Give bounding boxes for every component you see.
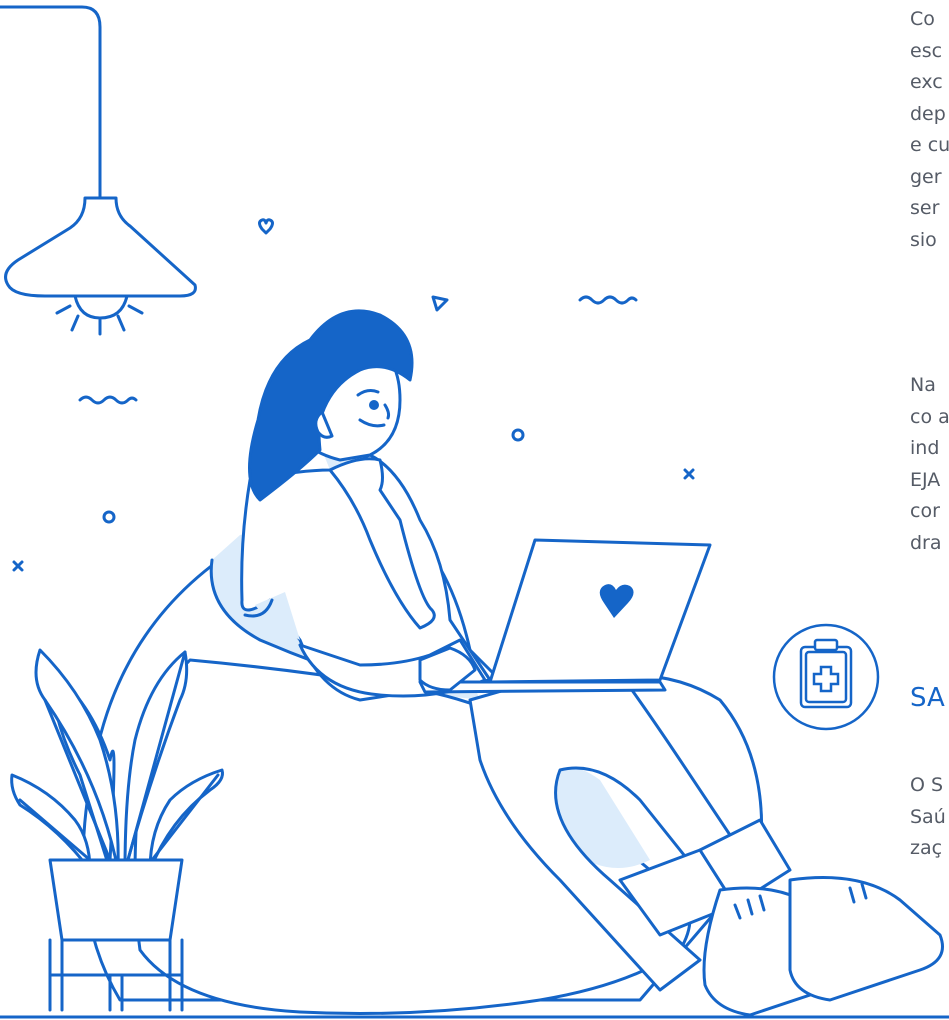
paragraph-3: O S Saú zaç xyxy=(910,770,946,865)
text-line: dra xyxy=(910,531,942,554)
lamp-bulb xyxy=(73,294,129,320)
triangle-icon xyxy=(431,295,449,312)
clipboard-medical-icon xyxy=(772,623,880,731)
text-line: ser xyxy=(910,197,940,219)
text-line: sio xyxy=(910,228,937,251)
paragraph-2: Na co a ind EJA cor dra xyxy=(910,370,949,559)
cross-icon xyxy=(683,468,695,480)
text-line: EJA xyxy=(910,468,941,491)
small-heart-icon xyxy=(258,218,274,235)
laptop-screen xyxy=(488,538,712,684)
text-line: exc xyxy=(910,71,943,93)
text-line: dep xyxy=(910,102,946,125)
paragraph-1: Co esc exc dep e cu ger ser sio xyxy=(910,4,949,256)
text-line: co a xyxy=(910,405,949,428)
lamp-shade xyxy=(4,196,197,298)
lamp-cord xyxy=(0,5,102,200)
illustration: .ln { fill: none; stroke: #1565c8; strok… xyxy=(0,5,949,1019)
text-line: e cu xyxy=(910,134,949,156)
section-title: SA xyxy=(910,683,945,713)
cross-icon xyxy=(12,560,24,572)
plant-pot xyxy=(48,858,184,942)
text-line: cor xyxy=(910,500,940,522)
circle-icon xyxy=(511,428,525,442)
circle-icon xyxy=(102,510,116,524)
eye xyxy=(369,400,379,410)
text-line: Saú xyxy=(910,805,946,828)
text-line: zaç xyxy=(910,837,943,859)
wave-icon xyxy=(78,395,138,405)
text-line: Na xyxy=(910,374,936,396)
text-line: ind xyxy=(910,437,940,459)
lamp xyxy=(0,5,197,336)
laptop xyxy=(418,538,712,694)
text-line: O S xyxy=(910,774,944,796)
wave-icon xyxy=(578,295,638,305)
text-line: Co xyxy=(910,8,935,30)
text-line: esc xyxy=(910,39,943,62)
light-rays xyxy=(55,304,144,336)
text-line: ger xyxy=(910,165,942,188)
